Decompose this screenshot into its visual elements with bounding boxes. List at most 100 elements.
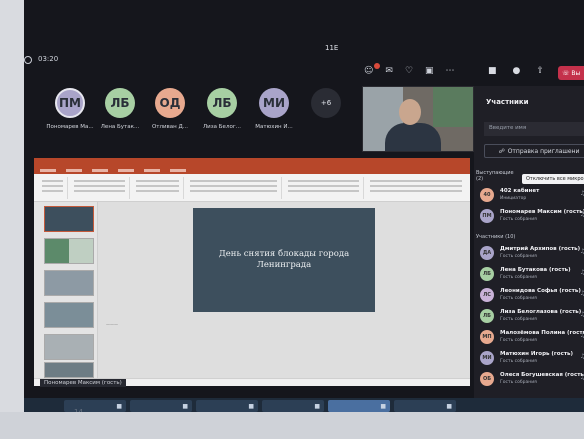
participant-row[interactable]: 40 402 кабинет Инициатор ♫ [480, 186, 584, 206]
speaker-video-tile[interactable] [362, 86, 474, 152]
participant-role: Инициатор [500, 196, 527, 201]
shared-screen-powerpoint[interactable]: День снятия блокады города Ленинграда ——… [34, 158, 470, 386]
ppt-ribbon [34, 174, 470, 202]
avatar: ЛС [480, 288, 494, 302]
ribbon-group[interactable] [284, 177, 364, 199]
participants-icon[interactable]: ☺ [364, 66, 373, 80]
participant-row[interactable]: ДА Дмитрий Архипов (гость) Гость собрания ♫ [480, 244, 584, 264]
clock-icon [24, 56, 32, 64]
ppt-tab[interactable] [66, 168, 82, 172]
participant-name: Лена Бутакова (гость) [500, 267, 571, 273]
reactions-icon[interactable]: ♡ [405, 66, 413, 80]
link-icon: ☍ [498, 147, 505, 155]
participant-name: Матюхин Игорь (гость) [500, 351, 574, 357]
slide-thumbnail[interactable] [44, 334, 94, 360]
participant-name: Леонидова Софья (гость) [500, 288, 581, 294]
ribbon-group[interactable] [366, 177, 466, 199]
taskbar-item[interactable]: ■ [328, 400, 390, 412]
avatar: ДА [480, 246, 494, 260]
participant-search-input[interactable]: Введите имя [484, 122, 584, 136]
participant-row[interactable]: ЛБ Лиза Белоглазова (гость) Гость собрания… [480, 307, 584, 327]
ppt-tab[interactable] [118, 168, 134, 172]
rooms-icon[interactable]: ▣ [425, 66, 434, 80]
notification-badge [374, 63, 380, 69]
share-icon[interactable]: ⇧ [536, 66, 544, 76]
mic-muted-icon[interactable]: ♫ [580, 332, 584, 339]
slide-thumbnail[interactable] [44, 206, 94, 232]
participant-name: Дмитрий Архипов (гость) [500, 246, 581, 252]
participant-tile[interactable]: ЛБ Лиза Белог... [192, 88, 252, 130]
mic-muted-icon[interactable]: ♫ [580, 374, 584, 381]
avatar: ЛБ [105, 88, 135, 118]
participant-role: Гость собрания [500, 338, 537, 343]
participant-row[interactable]: ЛБ Лена Бутакова (гость) Гость собрания ♫ [480, 265, 584, 285]
ppt-tab[interactable] [40, 168, 56, 172]
avatar: ОД [155, 88, 185, 118]
leave-button[interactable]: ☏ Вы [558, 66, 584, 80]
participant-role: Гость собрания [500, 359, 537, 364]
participants-panel: Участники Введите имя ☍ Отправка приглаш… [474, 86, 584, 398]
mic-muted-icon[interactable]: ♫ [580, 311, 584, 318]
mic-icon[interactable]: ● [513, 66, 521, 76]
mic-muted-icon[interactable]: ♫ [580, 269, 584, 276]
meeting-toolbar: ☺ ✉ ♡ ▣ ⋯ [364, 66, 474, 80]
avatar: ПМ [480, 209, 494, 223]
slide-notes[interactable]: ——— [106, 322, 118, 327]
participant-row[interactable]: МИ Матюхин Игорь (гость) Гость собрания ♫ [480, 349, 584, 369]
mic-muted-icon[interactable]: ♫ [580, 290, 584, 297]
taskbar-item[interactable]: ■ [196, 400, 258, 412]
taskbar-item[interactable]: ■ [130, 400, 192, 412]
participant-name: Олеся Богушевская (гость) [500, 372, 584, 378]
mic-muted-icon[interactable]: ♫ [580, 353, 584, 360]
ppt-tab[interactable] [92, 168, 108, 172]
chat-icon[interactable]: ✉ [385, 66, 393, 80]
mic-muted-icon[interactable]: ♫ [580, 211, 584, 218]
monitor-bezel-bottom [0, 412, 584, 439]
slide-thumbnail[interactable] [44, 362, 94, 378]
participant-tile[interactable]: МИ Матюхин И... [244, 88, 304, 130]
more-participants[interactable]: +6 [296, 88, 356, 118]
more-count: +6 [311, 88, 341, 118]
participant-role: Гость собрания [500, 254, 537, 259]
taskbar-item[interactable]: ■ [394, 400, 456, 412]
slide-thumbnail[interactable] [44, 270, 94, 296]
monitor-bezel-left [0, 0, 24, 439]
ribbon-group[interactable] [132, 177, 184, 199]
meeting-timer: 03:20 [38, 55, 59, 63]
media-controls: ■ ● ⇧ [488, 66, 544, 76]
ppt-tab[interactable] [170, 168, 186, 172]
participant-avatar-strip: ПМ Пономарев Ма... ЛБ Лена Бутак... ОД О… [40, 88, 360, 138]
ribbon-group[interactable] [38, 177, 68, 199]
slide-thumbnails [34, 202, 98, 378]
invite-button[interactable]: ☍ Отправка приглашени [484, 144, 584, 158]
attendees-section-header[interactable]: Участники (10) [476, 234, 515, 240]
meeting-title: 11E [325, 44, 339, 52]
taskbar-item[interactable]: ■ [262, 400, 324, 412]
participant-role: Гость собрания [500, 296, 537, 301]
mic-muted-icon[interactable]: ♫ [580, 248, 584, 255]
participant-row[interactable]: МП Малозёмова Полина (гость) Гость собрани… [480, 328, 584, 348]
participant-row[interactable]: ОБ Олеся Богушевская (гость) Гость собрани… [480, 370, 584, 390]
invite-label: Отправка приглашени [507, 147, 580, 155]
avatar: МИ [259, 88, 289, 118]
presenters-section-header[interactable]: Выступающие (2) [476, 170, 516, 182]
participant-role: Гость собрания [500, 380, 537, 385]
ribbon-group[interactable] [70, 177, 130, 199]
mic-muted-icon[interactable]: ♫ [580, 190, 584, 197]
mute-all-button[interactable]: Отключить все микро [522, 174, 584, 184]
monitor-screen: 03:20 11E ☺ ✉ ♡ ▣ ⋯ ■ ● ⇧ ☏ Вы ПМ Понома… [0, 0, 584, 439]
participant-row[interactable]: ПМ Пономарев Максим (гость) Гость собрания… [480, 207, 584, 227]
camera-icon[interactable]: ■ [488, 66, 497, 76]
more-options-icon[interactable]: ⋯ [446, 66, 455, 80]
ppt-tab[interactable] [144, 168, 160, 172]
current-slide[interactable]: День снятия блокады города Ленинграда [193, 208, 375, 312]
participant-row[interactable]: ЛС Леонидова Софья (гость) Гость собрания ♫ [480, 286, 584, 306]
ppt-titlebar [34, 158, 470, 166]
participant-tile[interactable]: ОД Отливан Д... [140, 88, 200, 130]
avatar: ПМ [55, 88, 85, 118]
participant-role: Гость собрания [500, 317, 537, 322]
phone-icon: ☏ [562, 69, 572, 77]
ribbon-group[interactable] [186, 177, 282, 199]
slide-thumbnail[interactable] [44, 302, 94, 328]
slide-thumbnail[interactable] [44, 238, 94, 264]
